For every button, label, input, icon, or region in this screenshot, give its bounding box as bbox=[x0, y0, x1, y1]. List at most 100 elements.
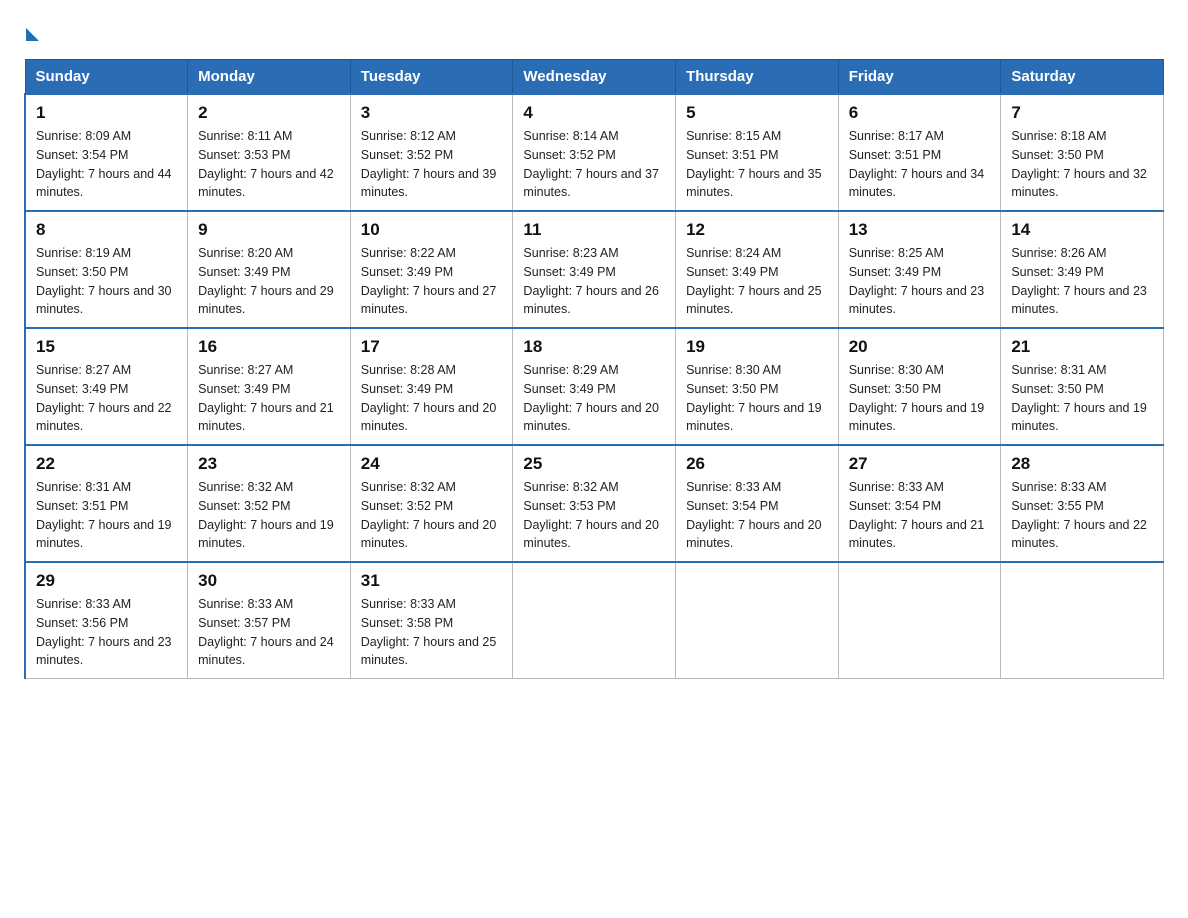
day-number: 16 bbox=[198, 337, 340, 357]
calendar-cell: 10 Sunrise: 8:22 AMSunset: 3:49 PMDaylig… bbox=[350, 211, 513, 328]
day-info: Sunrise: 8:19 AMSunset: 3:50 PMDaylight:… bbox=[36, 244, 177, 319]
calendar-cell: 30 Sunrise: 8:33 AMSunset: 3:57 PMDaylig… bbox=[188, 562, 351, 679]
weekday-header-tuesday: Tuesday bbox=[350, 60, 513, 95]
day-info: Sunrise: 8:14 AMSunset: 3:52 PMDaylight:… bbox=[523, 127, 665, 202]
week-row-2: 8 Sunrise: 8:19 AMSunset: 3:50 PMDayligh… bbox=[25, 211, 1164, 328]
calendar-cell: 24 Sunrise: 8:32 AMSunset: 3:52 PMDaylig… bbox=[350, 445, 513, 562]
calendar-cell: 17 Sunrise: 8:28 AMSunset: 3:49 PMDaylig… bbox=[350, 328, 513, 445]
weekday-header-thursday: Thursday bbox=[676, 60, 839, 95]
day-number: 7 bbox=[1011, 103, 1153, 123]
calendar-cell bbox=[1001, 562, 1164, 679]
calendar-cell: 13 Sunrise: 8:25 AMSunset: 3:49 PMDaylig… bbox=[838, 211, 1001, 328]
logo bbox=[24, 24, 39, 41]
day-number: 23 bbox=[198, 454, 340, 474]
day-number: 12 bbox=[686, 220, 828, 240]
calendar-cell: 14 Sunrise: 8:26 AMSunset: 3:49 PMDaylig… bbox=[1001, 211, 1164, 328]
day-info: Sunrise: 8:33 AMSunset: 3:58 PMDaylight:… bbox=[361, 595, 503, 670]
day-info: Sunrise: 8:30 AMSunset: 3:50 PMDaylight:… bbox=[849, 361, 991, 436]
day-number: 14 bbox=[1011, 220, 1153, 240]
day-info: Sunrise: 8:20 AMSunset: 3:49 PMDaylight:… bbox=[198, 244, 340, 319]
day-info: Sunrise: 8:31 AMSunset: 3:51 PMDaylight:… bbox=[36, 478, 177, 553]
day-number: 25 bbox=[523, 454, 665, 474]
day-info: Sunrise: 8:33 AMSunset: 3:54 PMDaylight:… bbox=[686, 478, 828, 553]
day-info: Sunrise: 8:12 AMSunset: 3:52 PMDaylight:… bbox=[361, 127, 503, 202]
calendar-cell: 31 Sunrise: 8:33 AMSunset: 3:58 PMDaylig… bbox=[350, 562, 513, 679]
logo-triangle-icon bbox=[26, 28, 39, 41]
weekday-header-wednesday: Wednesday bbox=[513, 60, 676, 95]
week-row-1: 1 Sunrise: 8:09 AMSunset: 3:54 PMDayligh… bbox=[25, 94, 1164, 211]
week-row-5: 29 Sunrise: 8:33 AMSunset: 3:56 PMDaylig… bbox=[25, 562, 1164, 679]
calendar-cell: 2 Sunrise: 8:11 AMSunset: 3:53 PMDayligh… bbox=[188, 94, 351, 211]
day-number: 24 bbox=[361, 454, 503, 474]
weekday-header-monday: Monday bbox=[188, 60, 351, 95]
day-number: 29 bbox=[36, 571, 177, 591]
calendar-cell bbox=[676, 562, 839, 679]
day-number: 26 bbox=[686, 454, 828, 474]
week-row-4: 22 Sunrise: 8:31 AMSunset: 3:51 PMDaylig… bbox=[25, 445, 1164, 562]
day-number: 27 bbox=[849, 454, 991, 474]
calendar-cell: 9 Sunrise: 8:20 AMSunset: 3:49 PMDayligh… bbox=[188, 211, 351, 328]
day-info: Sunrise: 8:25 AMSunset: 3:49 PMDaylight:… bbox=[849, 244, 991, 319]
calendar-cell: 28 Sunrise: 8:33 AMSunset: 3:55 PMDaylig… bbox=[1001, 445, 1164, 562]
day-number: 9 bbox=[198, 220, 340, 240]
weekday-header-friday: Friday bbox=[838, 60, 1001, 95]
calendar-cell: 25 Sunrise: 8:32 AMSunset: 3:53 PMDaylig… bbox=[513, 445, 676, 562]
day-number: 6 bbox=[849, 103, 991, 123]
calendar-cell: 29 Sunrise: 8:33 AMSunset: 3:56 PMDaylig… bbox=[25, 562, 188, 679]
day-number: 1 bbox=[36, 103, 177, 123]
day-info: Sunrise: 8:32 AMSunset: 3:52 PMDaylight:… bbox=[361, 478, 503, 553]
day-info: Sunrise: 8:09 AMSunset: 3:54 PMDaylight:… bbox=[36, 127, 177, 202]
day-info: Sunrise: 8:15 AMSunset: 3:51 PMDaylight:… bbox=[686, 127, 828, 202]
calendar-header: SundayMondayTuesdayWednesdayThursdayFrid… bbox=[25, 60, 1164, 95]
day-number: 4 bbox=[523, 103, 665, 123]
day-info: Sunrise: 8:23 AMSunset: 3:49 PMDaylight:… bbox=[523, 244, 665, 319]
weekday-header-row: SundayMondayTuesdayWednesdayThursdayFrid… bbox=[25, 60, 1164, 95]
day-info: Sunrise: 8:17 AMSunset: 3:51 PMDaylight:… bbox=[849, 127, 991, 202]
day-info: Sunrise: 8:11 AMSunset: 3:53 PMDaylight:… bbox=[198, 127, 340, 202]
day-number: 5 bbox=[686, 103, 828, 123]
day-number: 30 bbox=[198, 571, 340, 591]
day-info: Sunrise: 8:18 AMSunset: 3:50 PMDaylight:… bbox=[1011, 127, 1153, 202]
day-number: 11 bbox=[523, 220, 665, 240]
day-info: Sunrise: 8:33 AMSunset: 3:57 PMDaylight:… bbox=[198, 595, 340, 670]
day-info: Sunrise: 8:33 AMSunset: 3:54 PMDaylight:… bbox=[849, 478, 991, 553]
day-number: 8 bbox=[36, 220, 177, 240]
day-number: 22 bbox=[36, 454, 177, 474]
day-info: Sunrise: 8:27 AMSunset: 3:49 PMDaylight:… bbox=[198, 361, 340, 436]
day-number: 2 bbox=[198, 103, 340, 123]
calendar-cell: 22 Sunrise: 8:31 AMSunset: 3:51 PMDaylig… bbox=[25, 445, 188, 562]
calendar-cell: 7 Sunrise: 8:18 AMSunset: 3:50 PMDayligh… bbox=[1001, 94, 1164, 211]
day-number: 17 bbox=[361, 337, 503, 357]
day-number: 3 bbox=[361, 103, 503, 123]
day-number: 21 bbox=[1011, 337, 1153, 357]
calendar-table: SundayMondayTuesdayWednesdayThursdayFrid… bbox=[24, 59, 1164, 679]
day-info: Sunrise: 8:26 AMSunset: 3:49 PMDaylight:… bbox=[1011, 244, 1153, 319]
day-info: Sunrise: 8:24 AMSunset: 3:49 PMDaylight:… bbox=[686, 244, 828, 319]
calendar-cell bbox=[838, 562, 1001, 679]
page-header bbox=[24, 24, 1164, 41]
calendar-cell: 21 Sunrise: 8:31 AMSunset: 3:50 PMDaylig… bbox=[1001, 328, 1164, 445]
day-info: Sunrise: 8:22 AMSunset: 3:49 PMDaylight:… bbox=[361, 244, 503, 319]
calendar-cell: 3 Sunrise: 8:12 AMSunset: 3:52 PMDayligh… bbox=[350, 94, 513, 211]
calendar-cell: 12 Sunrise: 8:24 AMSunset: 3:49 PMDaylig… bbox=[676, 211, 839, 328]
weekday-header-saturday: Saturday bbox=[1001, 60, 1164, 95]
calendar-cell: 19 Sunrise: 8:30 AMSunset: 3:50 PMDaylig… bbox=[676, 328, 839, 445]
calendar-cell: 23 Sunrise: 8:32 AMSunset: 3:52 PMDaylig… bbox=[188, 445, 351, 562]
calendar-cell: 5 Sunrise: 8:15 AMSunset: 3:51 PMDayligh… bbox=[676, 94, 839, 211]
calendar-cell: 4 Sunrise: 8:14 AMSunset: 3:52 PMDayligh… bbox=[513, 94, 676, 211]
day-number: 15 bbox=[36, 337, 177, 357]
day-info: Sunrise: 8:33 AMSunset: 3:56 PMDaylight:… bbox=[36, 595, 177, 670]
calendar-body: 1 Sunrise: 8:09 AMSunset: 3:54 PMDayligh… bbox=[25, 94, 1164, 679]
calendar-cell bbox=[513, 562, 676, 679]
calendar-cell: 16 Sunrise: 8:27 AMSunset: 3:49 PMDaylig… bbox=[188, 328, 351, 445]
calendar-cell: 15 Sunrise: 8:27 AMSunset: 3:49 PMDaylig… bbox=[25, 328, 188, 445]
day-info: Sunrise: 8:32 AMSunset: 3:52 PMDaylight:… bbox=[198, 478, 340, 553]
calendar-cell: 1 Sunrise: 8:09 AMSunset: 3:54 PMDayligh… bbox=[25, 94, 188, 211]
day-number: 31 bbox=[361, 571, 503, 591]
calendar-cell: 6 Sunrise: 8:17 AMSunset: 3:51 PMDayligh… bbox=[838, 94, 1001, 211]
day-number: 13 bbox=[849, 220, 991, 240]
calendar-cell: 27 Sunrise: 8:33 AMSunset: 3:54 PMDaylig… bbox=[838, 445, 1001, 562]
day-info: Sunrise: 8:29 AMSunset: 3:49 PMDaylight:… bbox=[523, 361, 665, 436]
day-number: 18 bbox=[523, 337, 665, 357]
day-info: Sunrise: 8:33 AMSunset: 3:55 PMDaylight:… bbox=[1011, 478, 1153, 553]
